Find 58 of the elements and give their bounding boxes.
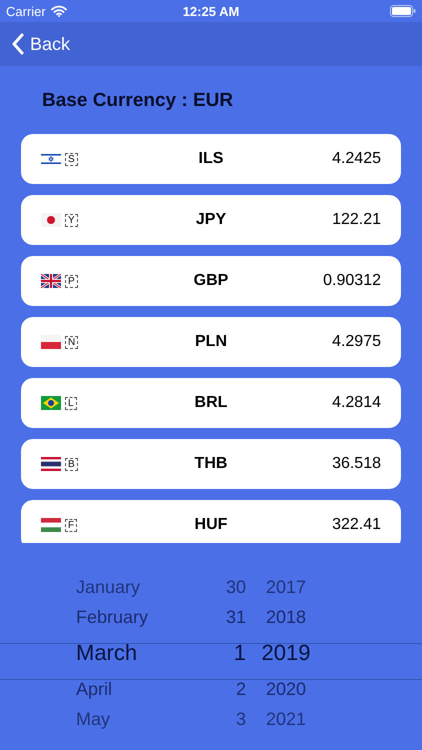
day-option[interactable]: 30 xyxy=(226,576,246,598)
currency-code: PLN xyxy=(195,333,227,351)
year-option[interactable]: 2018 xyxy=(266,606,306,628)
status-time: 12:25 AM xyxy=(182,4,240,18)
flag-icon xyxy=(41,457,61,471)
currency-card[interactable]: S ILS 4.2425 xyxy=(21,134,401,184)
flag-icon xyxy=(41,213,61,227)
year-option[interactable]: 2021 xyxy=(266,708,306,730)
currency-card[interactable]: Y JPY 122.21 xyxy=(21,195,401,245)
month-option[interactable]: March xyxy=(76,640,138,666)
currency-symbol: Y xyxy=(65,214,78,226)
day-option[interactable]: 1 xyxy=(234,640,246,666)
month-option[interactable]: February xyxy=(76,606,148,628)
flag-icon xyxy=(41,396,61,410)
exchange-rate: 322.41 xyxy=(332,516,381,534)
battery-icon xyxy=(390,5,416,17)
flag-icon xyxy=(41,152,61,166)
chevron-icon xyxy=(12,33,24,55)
exchange-rate: 4.2425 xyxy=(332,150,381,168)
currency-symbol: F xyxy=(65,518,78,532)
exchange-rate: 4.2814 xyxy=(332,394,381,412)
day-option[interactable]: 31 xyxy=(226,606,246,628)
currency-card[interactable]: P GBP 0.90312 xyxy=(21,256,401,306)
currency-code: JPY xyxy=(196,211,226,229)
year-option[interactable]: 2019 xyxy=(262,640,310,666)
day-option[interactable]: 2 xyxy=(236,678,246,700)
currency-card[interactable]: N PLN 4.2975 xyxy=(21,317,401,367)
currency-card[interactable]: B THB 36.518 xyxy=(21,439,401,489)
exchange-rate: 0.90312 xyxy=(323,272,381,290)
month-option[interactable]: April xyxy=(76,678,112,700)
currency-code: ILS xyxy=(198,150,224,168)
currency-code: BRL xyxy=(194,394,228,412)
currency-symbol: L xyxy=(65,396,77,410)
currency-symbol: B xyxy=(65,458,78,470)
day-option[interactable]: 3 xyxy=(236,708,246,730)
month-option[interactable]: May xyxy=(76,708,110,730)
currency-symbol: N xyxy=(65,336,78,348)
flag-icon xyxy=(41,518,61,532)
currency-symbol: P xyxy=(65,274,78,288)
base-currency-title: Base Currency : EUR xyxy=(42,90,234,112)
currency-code: GBP xyxy=(194,272,228,290)
wifi-icon xyxy=(50,5,67,17)
currency-card[interactable]: F HUF 322.41 xyxy=(21,500,401,543)
year-option[interactable]: 2020 xyxy=(266,678,306,700)
exchange-rate: 122.21 xyxy=(332,211,381,229)
year-option[interactable]: 2017 xyxy=(266,576,306,598)
date-picker[interactable]: January 30 2017 February 31 2018 March 1 2019 April 2 2020 May 3 2021 xyxy=(0,572,422,734)
currency-code: THB xyxy=(194,455,228,473)
flag-icon xyxy=(41,335,61,349)
carrier-name: Carrier xyxy=(6,4,46,18)
currency-card[interactable]: L BRL 4.2814 xyxy=(21,378,401,428)
exchange-rate: 36.518 xyxy=(332,455,381,473)
currency-symbol: S xyxy=(65,152,78,166)
month-option[interactable]: January xyxy=(76,576,140,598)
back-button[interactable]: Back xyxy=(12,33,70,55)
flag-icon xyxy=(41,274,61,288)
exchange-rate: 4.2975 xyxy=(332,333,381,351)
currency-code: HUF xyxy=(194,516,228,534)
